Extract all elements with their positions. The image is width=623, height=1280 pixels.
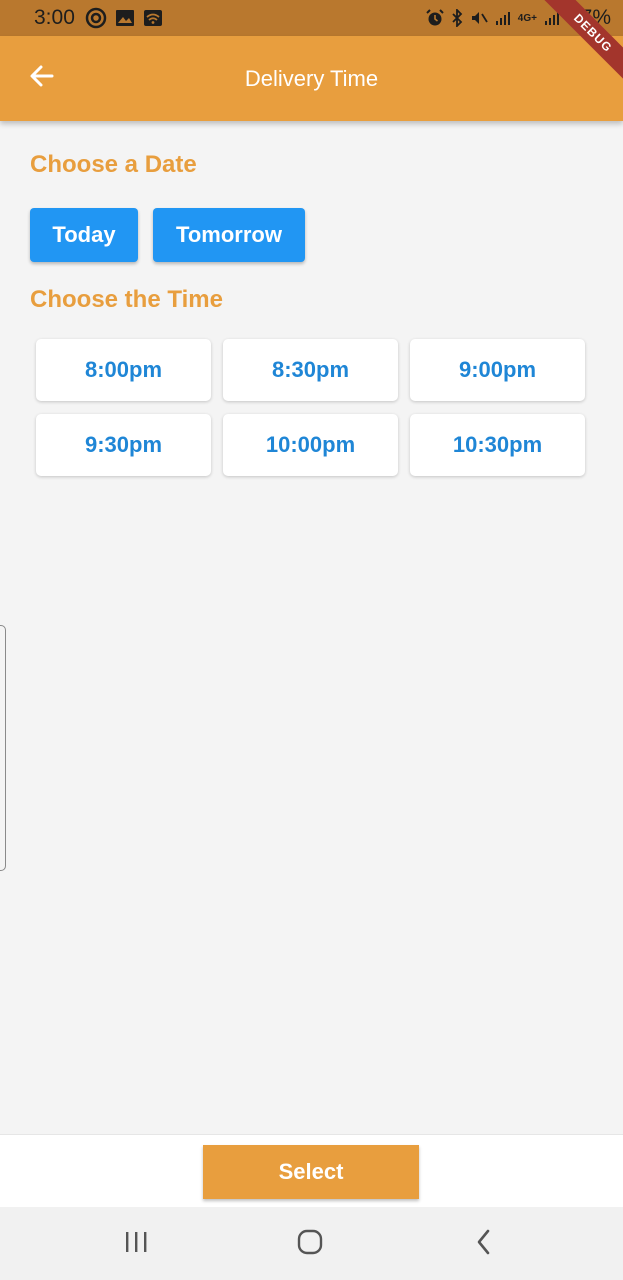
- status-bar: 3:00 4G+ 77%: [0, 0, 623, 36]
- arrow-left-icon: [28, 62, 56, 95]
- mute-icon: [470, 9, 488, 27]
- home-icon: [296, 1228, 324, 1261]
- time-slot-1030pm[interactable]: 10:30pm: [410, 414, 585, 476]
- alarm-icon: [426, 9, 444, 27]
- app-bar: Delivery Time: [0, 36, 623, 121]
- system-back-button[interactable]: [469, 1229, 499, 1259]
- recent-apps-icon: [123, 1230, 149, 1259]
- back-button[interactable]: [24, 60, 60, 96]
- today-button[interactable]: Today: [30, 208, 138, 262]
- time-slot-grid: 8:00pm 8:30pm 9:00pm 9:30pm 10:00pm 10:3…: [36, 339, 586, 476]
- at-sign-icon: [85, 7, 107, 29]
- time-slot-930pm[interactable]: 9:30pm: [36, 414, 211, 476]
- status-left-icons: [85, 7, 163, 29]
- status-time: 3:00: [34, 6, 75, 29]
- time-slot-830pm[interactable]: 8:30pm: [223, 339, 398, 401]
- tomorrow-button[interactable]: Tomorrow: [153, 208, 305, 262]
- bluetooth-icon: [451, 9, 463, 27]
- date-section-title: Choose a Date: [30, 151, 197, 178]
- image-icon: [115, 9, 135, 27]
- time-slot-800pm[interactable]: 8:00pm: [36, 339, 211, 401]
- recent-apps-button[interactable]: [121, 1229, 151, 1259]
- page-title: Delivery Time: [244, 65, 379, 91]
- back-icon: [474, 1228, 494, 1261]
- time-slot-900pm[interactable]: 9:00pm: [410, 339, 585, 401]
- home-button[interactable]: [295, 1229, 325, 1259]
- network-type: 4G+: [517, 12, 537, 24]
- system-nav-bar: [0, 1207, 623, 1280]
- wifi-hotspot-icon: [143, 9, 163, 27]
- signal-icon: [495, 10, 511, 26]
- select-button[interactable]: Select: [203, 1145, 419, 1199]
- time-section-title: Choose the Time: [30, 286, 223, 313]
- edge-panel-handle[interactable]: [0, 625, 6, 871]
- bottom-bar: Select: [0, 1134, 623, 1207]
- time-slot-1000pm[interactable]: 10:00pm: [223, 414, 398, 476]
